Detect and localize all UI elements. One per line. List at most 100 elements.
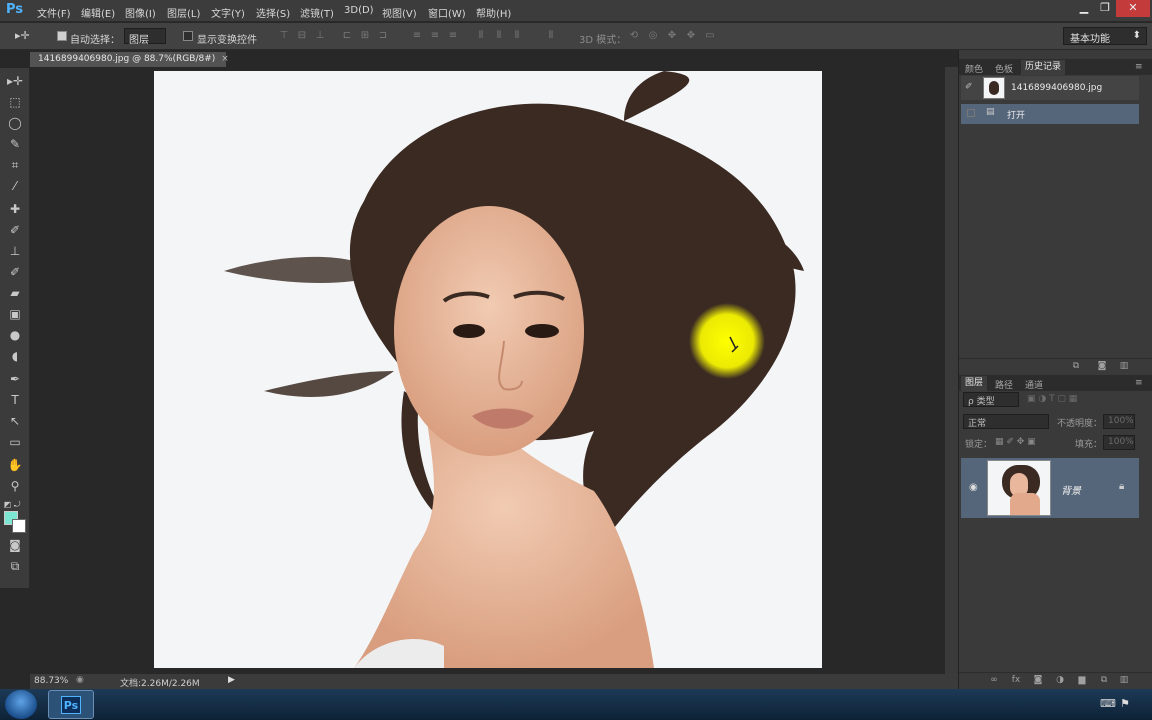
- layer-style-icon[interactable]: fx: [1011, 675, 1021, 685]
- type-tool-icon[interactable]: T: [5, 391, 25, 409]
- align-hcenter-icon[interactable]: ⊞: [359, 30, 371, 42]
- gradient-tool-icon[interactable]: ▣: [5, 305, 25, 323]
- add-mask-icon[interactable]: ◙: [1033, 675, 1043, 685]
- workspace-dropdown[interactable]: 基本功能 ⬍: [1063, 27, 1147, 45]
- new-group-icon[interactable]: ▆: [1077, 675, 1087, 685]
- menu-file[interactable]: 文件(F): [37, 5, 71, 20]
- background-color-swatch[interactable]: [12, 519, 26, 533]
- clone-stamp-tool-icon[interactable]: ⊥: [5, 242, 25, 260]
- new-document-from-state-icon[interactable]: ⧉: [1071, 361, 1081, 371]
- dodge-tool-icon[interactable]: ◖: [5, 347, 25, 365]
- 3d-pan-icon[interactable]: ✥: [666, 30, 678, 42]
- zoom-level[interactable]: 88.73%: [34, 676, 68, 686]
- 3d-slide-icon[interactable]: ✥: [685, 30, 697, 42]
- eyedropper-tool-icon[interactable]: ⁄: [5, 177, 25, 195]
- adjustment-layer-icon[interactable]: ◑: [1055, 675, 1065, 685]
- history-state-row[interactable]: ▤ 打开: [961, 104, 1139, 124]
- layer-row[interactable]: ◉ 背景 🔒︎: [961, 458, 1139, 518]
- new-layer-icon[interactable]: ⧉: [1099, 675, 1109, 685]
- align-bottom-icon[interactable]: ⊥: [314, 30, 326, 42]
- tab-history[interactable]: 历史记录: [1021, 60, 1066, 75]
- eraser-tool-icon[interactable]: ▰: [5, 284, 25, 302]
- tab-close-icon[interactable]: ×: [221, 54, 229, 64]
- tab-layers[interactable]: 图层: [961, 376, 988, 391]
- trash-icon[interactable]: ▥: [1119, 361, 1129, 371]
- blur-tool-icon[interactable]: ●: [5, 326, 25, 344]
- vertical-scrollbar[interactable]: [945, 67, 958, 675]
- menu-help[interactable]: 帮助(H): [476, 5, 511, 20]
- distribute-top-icon[interactable]: ≡: [411, 30, 423, 42]
- opacity-input[interactable]: 100%: [1103, 414, 1135, 429]
- start-button[interactable]: [5, 690, 37, 719]
- menu-3d[interactable]: 3D(D): [344, 5, 374, 16]
- brush-tool-icon[interactable]: ✐: [5, 221, 25, 239]
- show-transform-checkbox[interactable]: [183, 31, 193, 41]
- camera-icon[interactable]: ◙: [1097, 361, 1107, 371]
- tab-swatches[interactable]: 色板: [995, 62, 1013, 75]
- menu-image[interactable]: 图像(I): [125, 5, 156, 20]
- hand-tool-icon[interactable]: ✋: [5, 456, 25, 474]
- eye-icon[interactable]: ◉: [969, 482, 978, 493]
- blend-mode-dropdown[interactable]: 正常: [963, 414, 1049, 429]
- layer-name[interactable]: 背景: [1061, 482, 1081, 497]
- menu-edit[interactable]: 编辑(E): [81, 5, 115, 20]
- history-brush-tool-icon[interactable]: ✐: [5, 263, 25, 281]
- layer-filter-icons[interactable]: ▣ ◑ T ▢ ▦: [1027, 394, 1077, 404]
- zoom-tool-icon[interactable]: ⚲: [5, 477, 25, 495]
- fill-input[interactable]: 100%: [1103, 435, 1135, 450]
- tab-channels[interactable]: 通道: [1025, 378, 1043, 391]
- taskbar-photoshop-button[interactable]: Ps: [48, 690, 94, 719]
- history-snapshot-row[interactable]: ✐ 1416899406980.jpg: [961, 76, 1139, 100]
- marquee-tool-icon[interactable]: ⬚: [5, 93, 25, 111]
- document-canvas[interactable]: [154, 71, 822, 668]
- lock-icons[interactable]: ▦ ✐ ✥ ▣: [995, 437, 1036, 447]
- maximize-button[interactable]: ❐: [1094, 0, 1116, 17]
- move-tool-icon[interactable]: ▸✛: [5, 72, 25, 90]
- menu-layer[interactable]: 图层(L): [167, 5, 200, 20]
- 3d-rotate-icon[interactable]: ⟲: [628, 30, 640, 42]
- auto-align-icon[interactable]: ⦀: [545, 30, 557, 42]
- layer-filter-dropdown[interactable]: ρ 类型: [963, 392, 1019, 407]
- tab-color[interactable]: 颜色: [965, 62, 983, 75]
- screen-mode-icon[interactable]: ⧉: [5, 557, 25, 575]
- menu-select[interactable]: 选择(S): [256, 5, 290, 20]
- menu-view[interactable]: 视图(V): [382, 5, 417, 20]
- distribute-bottom-icon[interactable]: ≡: [447, 30, 459, 42]
- quick-mask-icon[interactable]: ◙: [5, 536, 25, 554]
- distribute-right-icon[interactable]: ⫴: [511, 30, 523, 42]
- distribute-hcenter-icon[interactable]: ⫴: [493, 30, 505, 42]
- healing-brush-tool-icon[interactable]: ✚: [5, 200, 25, 218]
- align-right-icon[interactable]: ⊐: [377, 30, 389, 42]
- lasso-tool-icon[interactable]: ◯: [5, 114, 25, 132]
- shape-tool-icon[interactable]: ▭: [5, 433, 25, 451]
- menu-window[interactable]: 窗口(W): [428, 5, 466, 20]
- align-left-icon[interactable]: ⊏: [341, 30, 353, 42]
- crop-tool-icon[interactable]: ⌗: [5, 156, 25, 174]
- align-top-icon[interactable]: ⊤: [278, 30, 290, 42]
- history-brush-source-icon[interactable]: ✐: [965, 82, 973, 92]
- menu-type[interactable]: 文字(Y): [211, 5, 245, 20]
- auto-select-checkbox[interactable]: [57, 31, 67, 41]
- move-tool-preset-icon[interactable]: ▸✛: [15, 30, 30, 42]
- history-source-box[interactable]: [967, 109, 975, 117]
- minimize-button[interactable]: ▁: [1072, 0, 1096, 17]
- distribute-vcenter-icon[interactable]: ≡: [429, 30, 441, 42]
- trash-icon[interactable]: ▥: [1119, 675, 1129, 685]
- 3d-scale-icon[interactable]: ▭: [704, 30, 716, 42]
- menu-filter[interactable]: 滤镜(T): [300, 5, 334, 20]
- panel-menu-icon[interactable]: ≡: [1135, 62, 1143, 72]
- status-menu-arrow-icon[interactable]: ▶: [228, 675, 235, 685]
- panel-menu-icon[interactable]: ≡: [1135, 378, 1143, 388]
- link-layers-icon[interactable]: ∞: [989, 675, 999, 685]
- tray-flag-icon[interactable]: ⚑: [1120, 697, 1130, 710]
- status-info-icon[interactable]: ◉: [76, 675, 84, 685]
- tab-paths[interactable]: 路径: [995, 378, 1013, 391]
- align-vcenter-icon[interactable]: ⊟: [296, 30, 308, 42]
- close-button[interactable]: ✕: [1116, 0, 1150, 17]
- pen-tool-icon[interactable]: ✒: [5, 370, 25, 388]
- auto-select-dropdown[interactable]: 图层: [124, 28, 166, 46]
- 3d-roll-icon[interactable]: ◎: [647, 30, 659, 42]
- path-select-tool-icon[interactable]: ↖: [5, 412, 25, 430]
- tray-keyboard-icon[interactable]: ⌨: [1100, 697, 1116, 710]
- distribute-left-icon[interactable]: ⫴: [475, 30, 487, 42]
